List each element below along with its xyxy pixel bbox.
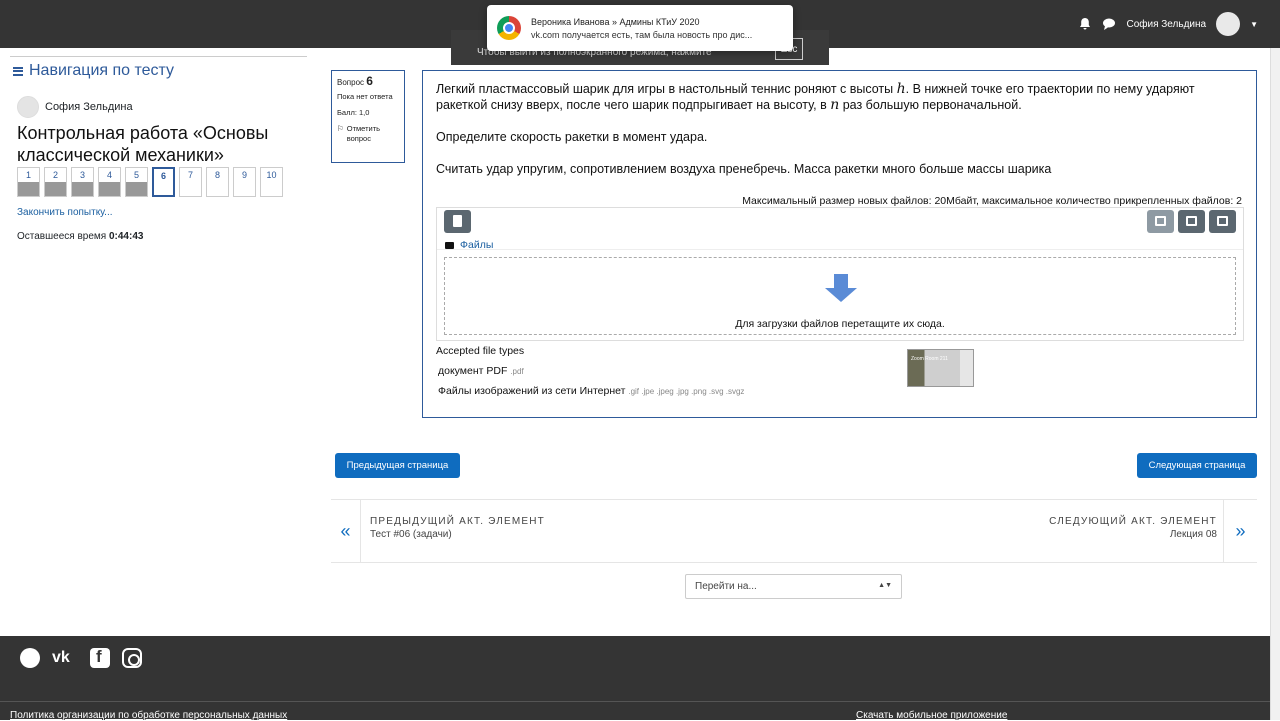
quiz-nav-title-text: Навигация по тесту <box>29 62 175 79</box>
chat-icon[interactable] <box>1102 17 1116 31</box>
facebook-icon[interactable] <box>90 647 110 668</box>
previous-activity-arrow-icon[interactable]: « <box>331 500 361 562</box>
question-button-2[interactable]: 2 <box>44 167 67 197</box>
flag-question-label[interactable]: Отметить вопрос <box>347 124 399 144</box>
bell-icon[interactable] <box>1078 17 1092 31</box>
previous-activity-link[interactable]: ПРЕДЫДУЩИЙ АКТ. ЭЛЕМЕНТ Тест #06 (задачи… <box>370 516 545 540</box>
quiz-nav-title[interactable]: Навигация по тесту <box>13 62 307 80</box>
finish-attempt-link[interactable]: Закончить попытку... <box>17 207 307 218</box>
var-n: n <box>830 97 840 113</box>
globe-icon[interactable] <box>20 648 40 668</box>
menu-icon[interactable] <box>13 66 23 76</box>
question-button-3[interactable]: 3 <box>71 167 94 197</box>
user-menu[interactable]: София Зельдина ▼ <box>1078 12 1258 36</box>
var-h: h <box>896 81 906 97</box>
question-button-5[interactable]: 5 <box>125 167 148 197</box>
grid-view-icon[interactable] <box>1147 210 1174 233</box>
instagram-icon[interactable] <box>122 648 142 668</box>
file-type-row: документ PDF .pdf <box>438 363 524 380</box>
next-activity-label: СЛЕДУЮЩИЙ АКТ. ЭЛЕМЕНТ <box>1049 516 1217 527</box>
video-thumbnail[interactable]: Zoom Room 211 <box>907 349 974 387</box>
chrome-notification[interactable]: Вероника Иванова » Админы КТиУ 2020 vk.c… <box>487 5 793 51</box>
question-number-value: 6 <box>366 74 373 88</box>
next-activity-name[interactable]: Лекция 08 <box>1049 529 1217 540</box>
question-button-1[interactable]: 1 <box>17 167 40 197</box>
file-type-ext: .pdf <box>510 367 524 376</box>
flag-icon[interactable]: ⚐ <box>337 124 344 144</box>
next-activity-arrow-icon[interactable]: » <box>1223 500 1257 562</box>
vk-icon[interactable]: vk <box>52 648 78 668</box>
file-dropzone[interactable]: Для загрузки файлов перетащите их сюда. <box>444 257 1236 335</box>
file-type-name: документ PDF <box>438 365 508 377</box>
timer: Оставшееся время 0:44:43 <box>17 231 307 242</box>
add-file-icon[interactable] <box>444 210 471 233</box>
notification-title: Вероника Иванова » Админы КТиУ 2020 <box>531 16 700 27</box>
download-arrow-icon <box>825 274 857 302</box>
footer: vk Политика организации по обработке пер… <box>0 636 1270 721</box>
question-info: Вопрос 6 Пока нет ответа Балл: 1,0 ⚐ Отм… <box>331 70 405 163</box>
jump-to-value[interactable]: Перейти на... <box>695 581 757 592</box>
question-grid: 1 2 3 4 5 6 7 8 9 10 <box>17 167 307 197</box>
page-scrollbar[interactable] <box>1270 48 1280 720</box>
timer-value: 0:44:43 <box>108 231 144 242</box>
question-status: Пока нет ответа <box>337 92 393 101</box>
folder-icon <box>445 241 454 249</box>
accepted-types-title: Accepted file types <box>436 345 525 357</box>
activity-navigation: « ПРЕДЫДУЩИЙ АКТ. ЭЛЕМЕНТ Тест #06 (зада… <box>331 499 1257 563</box>
jump-to-select[interactable]: Перейти на... ▲▼ <box>685 574 902 599</box>
dropzone-text: Для загрузки файлов перетащите их сюда. <box>735 318 945 330</box>
quiz-navigation: Навигация по тесту София Зельдина Контро… <box>10 56 307 242</box>
next-page-button[interactable]: Следующая страница <box>1137 453 1257 478</box>
files-path[interactable]: Файлы <box>445 237 493 253</box>
question-content: Легкий пластмассовый шарик для игры в на… <box>422 70 1257 418</box>
chrome-icon <box>497 16 521 40</box>
user-avatar[interactable] <box>1216 12 1241 36</box>
question-button-9[interactable]: 9 <box>233 167 256 197</box>
question-label: Вопрос <box>337 78 365 87</box>
select-arrows-icon[interactable]: ▲▼ <box>878 582 892 589</box>
list-view-icon[interactable] <box>1178 210 1205 233</box>
divider <box>437 249 1243 250</box>
notification-body: vk.com получается есть, там была новость… <box>531 29 753 40</box>
avatar <box>17 96 39 118</box>
previous-page-button[interactable]: Предыдущая страница <box>335 453 460 478</box>
social-icons: vk <box>20 647 142 668</box>
previous-activity-name[interactable]: Тест #06 (задачи) <box>370 529 545 540</box>
file-type-name: Файлы изображений из сети Интернет <box>438 385 626 397</box>
nav-user: София Зельдина <box>17 96 307 118</box>
question-text-3: Считать удар упругим, сопротивлением воз… <box>436 162 1052 176</box>
view-switcher <box>1147 210 1236 233</box>
user-name[interactable]: София Зельдина <box>1126 19 1206 30</box>
next-activity-link[interactable]: СЛЕДУЮЩИЙ АКТ. ЭЛЕМЕНТ Лекция 08 <box>1049 516 1217 540</box>
question-text-2: Определите скорость ракетки в момент уда… <box>436 130 708 144</box>
file-type-row: Файлы изображений из сети Интернет .gif … <box>438 383 744 400</box>
question-button-4[interactable]: 4 <box>98 167 121 197</box>
folder-view-icon[interactable] <box>1209 210 1236 233</box>
thumbnail-caption: Zoom Room 211 <box>911 356 948 362</box>
file-picker: Файлы Для загрузки файлов перетащите их … <box>436 207 1244 341</box>
question-text-1: Легкий пластмассовый шарик для игры в на… <box>436 81 1195 113</box>
question-button-6[interactable]: 6 <box>152 167 175 197</box>
footer-divider <box>0 701 1270 702</box>
question-button-8[interactable]: 8 <box>206 167 229 197</box>
files-label[interactable]: Файлы <box>460 237 493 253</box>
flag-question[interactable]: ⚐ Отметить вопрос <box>337 124 399 144</box>
question-number: Вопрос 6 <box>337 74 399 88</box>
previous-activity-label: ПРЕДЫДУЩИЙ АКТ. ЭЛЕМЕНТ <box>370 516 545 527</box>
question-grade: Балл: 1,0 <box>337 108 370 117</box>
privacy-policy-link[interactable]: Политика организации по обработке персон… <box>10 710 287 721</box>
question-button-10[interactable]: 10 <box>260 167 283 197</box>
file-type-ext: .gif .jpe .jpeg .jpg .png .svg .svgz <box>628 387 745 396</box>
caret-down-icon[interactable]: ▼ <box>1250 20 1258 29</box>
timer-label: Оставшееся время <box>17 231 107 242</box>
question-button-7[interactable]: 7 <box>179 167 202 197</box>
quiz-title: Контрольная работа «Основы классической … <box>17 123 269 165</box>
mobile-app-link[interactable]: Скачать мобильное приложение <box>856 710 1007 721</box>
nav-user-name: София Зельдина <box>45 101 133 113</box>
